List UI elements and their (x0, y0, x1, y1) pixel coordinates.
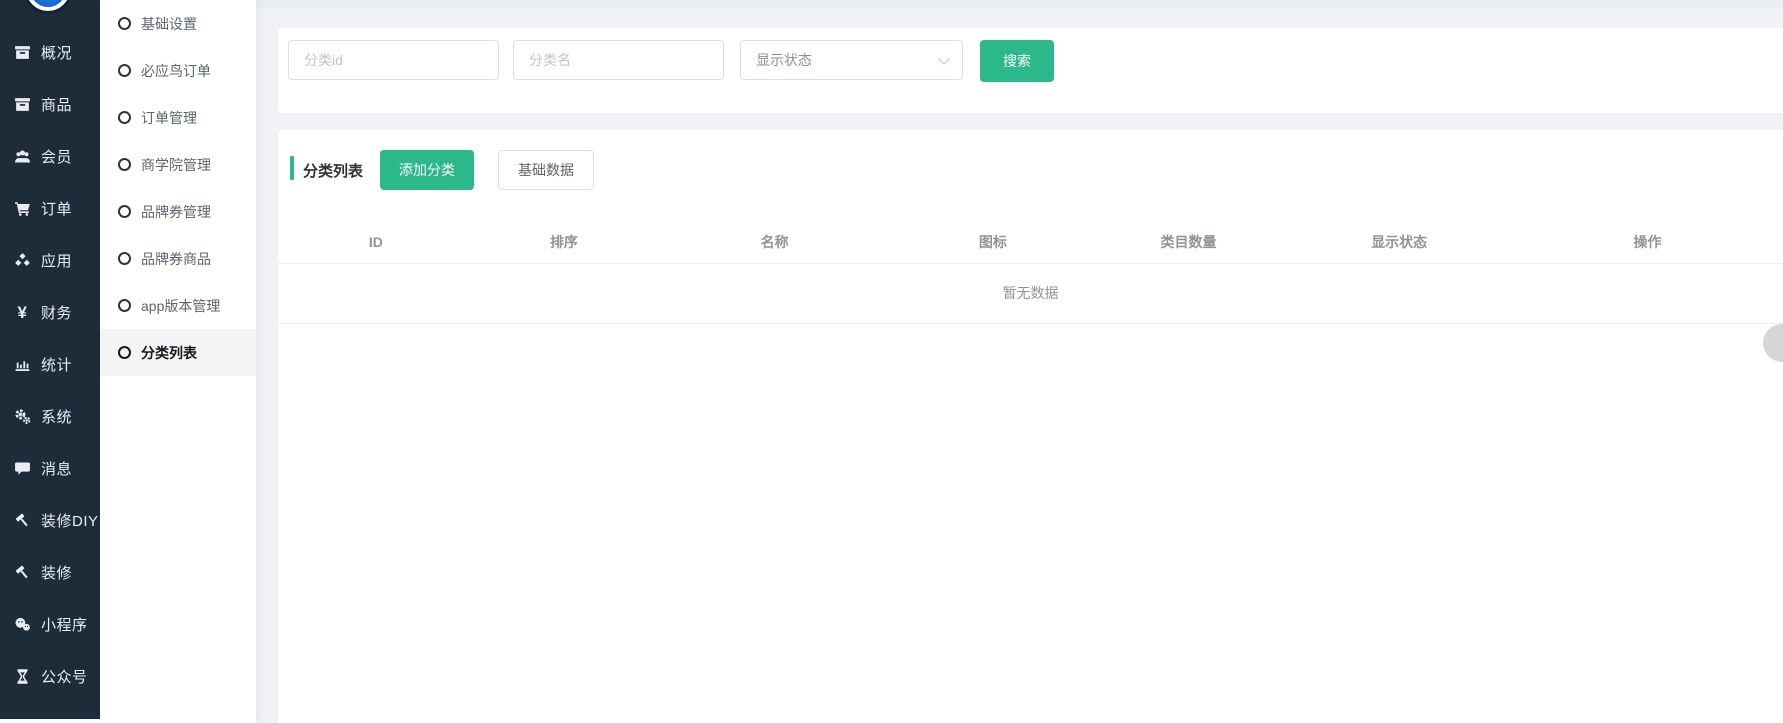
display-status-select[interactable]: 显示状态 (740, 40, 963, 80)
submenu-item-app-version[interactable]: app版本管理 (100, 282, 256, 329)
sidebar-item-decorate[interactable]: 装修 (0, 546, 100, 598)
col-header-name: 名称 (654, 222, 895, 263)
gears-icon (13, 408, 32, 425)
submenu-item-basic-settings[interactable]: 基础设置 (100, 0, 256, 47)
sidebar-item-official-account[interactable]: 公众号 (0, 650, 100, 702)
col-header-icon: 图标 (895, 222, 1091, 263)
circle-bullet-icon (118, 17, 131, 30)
sidebar-item-label: 统计 (41, 354, 72, 375)
sidebar-item-label: 概况 (41, 42, 72, 63)
archive-box-icon (13, 96, 32, 113)
submenu-item-label: 品牌券管理 (141, 202, 211, 222)
col-header-category-count: 类目数量 (1091, 222, 1287, 263)
circle-bullet-icon (118, 299, 131, 312)
sidebar-item-mini-program[interactable]: 小程序 (0, 598, 100, 650)
table-header-row: ID 排序 名称 图标 类目数量 显示状态 操作 (278, 222, 1783, 263)
sidebar-item-members[interactable]: 会员 (0, 130, 100, 182)
category-name-input[interactable] (513, 40, 724, 80)
search-filter-panel: 显示状态 搜索 (278, 28, 1783, 113)
cubes-icon (13, 252, 32, 269)
sidebar-item-goods[interactable]: 商品 (0, 78, 100, 130)
sidebar-item-label: 小程序 (41, 614, 88, 635)
hourglass-icon (13, 668, 32, 685)
display-status-select-value: 显示状态 (756, 50, 812, 70)
wechat-icon (13, 616, 32, 633)
submenu-item-label: 品牌券商品 (141, 249, 211, 269)
sidebar-item-messages[interactable]: 消息 (0, 442, 100, 494)
submenu-item-label: 分类列表 (141, 343, 197, 363)
col-header-id: ID (278, 222, 474, 263)
sidebar-item-label: 装修 (41, 562, 72, 583)
search-button[interactable]: 搜索 (980, 40, 1054, 82)
sidebar-bottom-gap (0, 719, 100, 723)
primary-nav: 概况 商品 会员 订单 应用 ¥ (0, 26, 100, 702)
chat-bubble-icon (13, 460, 32, 477)
primary-sidebar: 概况 商品 会员 订单 应用 ¥ (0, 0, 100, 719)
circle-bullet-icon (118, 111, 131, 124)
sidebar-item-label: 装修DIY (41, 510, 99, 531)
add-category-button[interactable]: 添加分类 (380, 150, 474, 190)
circle-bullet-icon (118, 64, 131, 77)
col-header-display-status: 显示状态 (1286, 222, 1512, 263)
chevron-down-icon (938, 53, 949, 64)
empty-state-row: 暂无数据 (278, 263, 1783, 323)
col-header-actions: 操作 (1512, 222, 1783, 263)
submenu-item-label: 商学院管理 (141, 155, 211, 175)
circle-bullet-icon (118, 252, 131, 265)
app-logo[interactable] (26, 0, 70, 11)
sidebar-item-label: 应用 (41, 250, 72, 271)
cart-icon (13, 200, 32, 217)
sidebar-item-label: 会员 (41, 146, 72, 167)
submenu-item-order-management[interactable]: 订单管理 (100, 94, 256, 141)
sidebar-item-label: 订单 (41, 198, 72, 219)
hammer-icon (13, 564, 32, 581)
bar-chart-icon (13, 356, 32, 373)
category-table: ID 排序 名称 图标 类目数量 显示状态 操作 暂无数据 (278, 222, 1783, 324)
sidebar-item-statistics[interactable]: 统计 (0, 338, 100, 390)
sidebar-item-label: 公众号 (41, 666, 88, 687)
sidebar-item-apps[interactable]: 应用 (0, 234, 100, 286)
submenu-item-brand-coupon-management[interactable]: 品牌券管理 (100, 188, 256, 235)
sidebar-item-system[interactable]: 系统 (0, 390, 100, 442)
sidebar-item-label: 系统 (41, 406, 72, 427)
submenu-item-label: 订单管理 (141, 108, 197, 128)
sidebar-item-finance[interactable]: ¥ 财务 (0, 286, 100, 338)
top-edge-strip (256, 0, 1783, 8)
sidebar-item-decorate-diy[interactable]: 装修DIY (0, 494, 100, 546)
archive-box-icon (13, 44, 32, 61)
secondary-sidebar: 基础设置 必应鸟订单 订单管理 商学院管理 品牌券管理 品牌券商品 app版本管… (100, 0, 256, 723)
section-title: 分类列表 (303, 160, 363, 181)
submenu-item-category-list[interactable]: 分类列表 (100, 329, 256, 376)
base-data-button[interactable]: 基础数据 (498, 150, 594, 190)
submenu-item-label: 必应鸟订单 (141, 61, 211, 81)
sidebar-item-label: 商品 (41, 94, 72, 115)
circle-bullet-icon (118, 205, 131, 218)
submenu-item-brand-coupon-goods[interactable]: 品牌券商品 (100, 235, 256, 282)
sidebar-item-label: 消息 (41, 458, 72, 479)
submenu-item-label: app版本管理 (141, 296, 220, 316)
submenu-item-bingbird-orders[interactable]: 必应鸟订单 (100, 47, 256, 94)
category-id-input[interactable] (288, 40, 499, 80)
users-icon (13, 148, 32, 165)
circle-bullet-icon (118, 346, 131, 359)
section-accent-bar (290, 156, 294, 180)
sidebar-item-orders[interactable]: 订单 (0, 182, 100, 234)
sidebar-item-label: 财务 (41, 302, 72, 323)
submenu-item-business-school[interactable]: 商学院管理 (100, 141, 256, 188)
category-list-panel: 分类列表 添加分类 基础数据 ID 排序 名称 图标 类目数量 显示状态 操作 (278, 130, 1783, 723)
empty-state-text: 暂无数据 (278, 263, 1783, 323)
submenu-item-label: 基础设置 (141, 14, 197, 34)
col-header-sort: 排序 (474, 222, 655, 263)
sidebar-item-overview[interactable]: 概况 (0, 26, 100, 78)
circle-bullet-icon (118, 158, 131, 171)
yen-icon: ¥ (13, 304, 32, 321)
hammer-icon (13, 512, 32, 529)
